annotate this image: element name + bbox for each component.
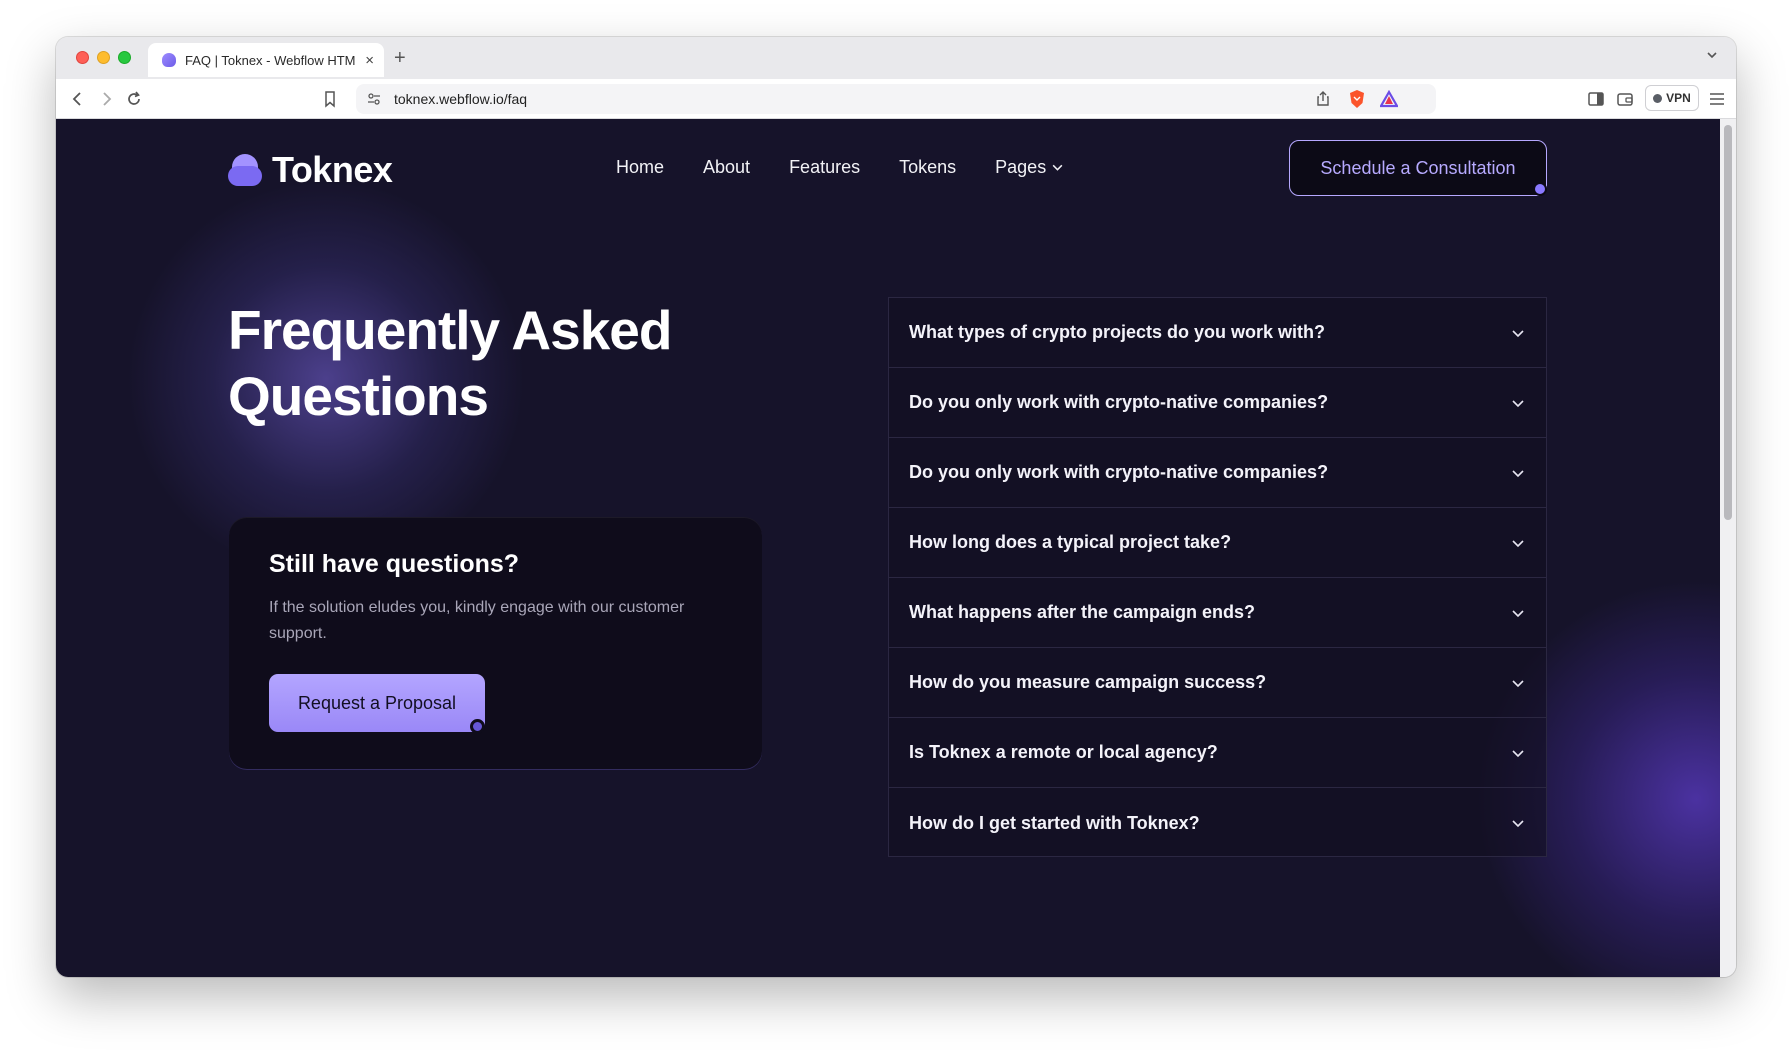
faq-item[interactable]: What happens after the campaign ends? (889, 578, 1546, 648)
faq-question: What happens after the campaign ends? (909, 602, 1256, 622)
nav-link-about[interactable]: About (703, 157, 750, 178)
faq-item[interactable]: How do I get started with Toknex? (889, 788, 1546, 858)
nav-link-home[interactable]: Home (616, 157, 664, 178)
site-settings-icon[interactable] (366, 91, 382, 107)
chevron-down-icon (1512, 609, 1524, 617)
sidebar-toggle-icon[interactable] (1586, 89, 1606, 109)
bookmark-icon[interactable] (320, 89, 340, 109)
scrollbar-thumb[interactable] (1724, 125, 1732, 520)
help-card-text: If the solution eludes you, kindly engag… (269, 599, 685, 642)
minimize-window-button[interactable] (97, 51, 110, 64)
help-card: Still have questions? If the solution el… (229, 517, 762, 769)
request-proposal-label: Request a Proposal (297, 692, 457, 713)
request-proposal-button[interactable]: Request a Proposal (269, 674, 485, 734)
vpn-button[interactable]: VPN (1645, 85, 1699, 111)
page-scrollbar[interactable] (1720, 119, 1736, 977)
faq-question: How long does a typical project take? (909, 532, 1232, 552)
new-tab-button[interactable]: + (394, 47, 406, 69)
chevron-down-icon (1512, 539, 1524, 547)
faq-item[interactable]: Do you only work with crypto-native comp… (889, 368, 1546, 438)
share-icon[interactable] (1314, 90, 1332, 108)
faq-question: How do I get started with Toknex? (909, 812, 1200, 833)
menu-icon[interactable] (1707, 89, 1727, 109)
browser-toolbar: toknex.webflow.io/faq VPN (56, 79, 1736, 119)
chevron-down-icon (1512, 749, 1524, 757)
decorative-dot (1533, 182, 1547, 196)
vpn-label: VPN (1666, 91, 1691, 105)
maximize-window-button[interactable] (118, 51, 131, 64)
brave-rewards-icon[interactable] (1380, 90, 1398, 108)
nav-link-pages[interactable]: Pages (995, 157, 1064, 178)
faq-item[interactable]: Is Toknex a remote or local agency? (889, 718, 1546, 788)
reload-icon[interactable] (124, 89, 144, 109)
faq-question: Do you only work with crypto-native comp… (909, 392, 1329, 412)
webpage: Toknex Home About Features Tokens Pages … (56, 119, 1720, 977)
browser-window: FAQ | Toknex - Webflow HTM × + toknex.we… (56, 37, 1736, 977)
forward-arrow-icon[interactable] (96, 89, 116, 109)
address-bar[interactable]: toknex.webflow.io/faq (356, 84, 1436, 114)
wallet-icon[interactable] (1615, 89, 1635, 109)
faq-item[interactable]: Do you only work with crypto-native comp… (889, 438, 1546, 508)
tab-close-icon[interactable]: × (365, 52, 374, 69)
chevron-down-icon (1052, 164, 1063, 171)
faq-item[interactable]: How long does a typical project take? (889, 508, 1546, 578)
url-text: toknex.webflow.io/faq (394, 91, 528, 107)
vpn-status-icon (1653, 93, 1663, 103)
faq-question: Do you only work with crypto-native comp… (909, 462, 1329, 482)
faq-accordion: What types of crypto projects do you wor… (888, 297, 1547, 857)
schedule-consultation-button[interactable]: Schedule a Consultation (1289, 140, 1547, 196)
tab-title: FAQ | Toknex - Webflow HTM (185, 52, 356, 68)
close-window-button[interactable] (76, 51, 89, 64)
site-logo[interactable]: Toknex (228, 149, 393, 191)
main-nav: Home About Features Tokens Pages (616, 157, 1064, 178)
chevron-down-icon (1512, 469, 1524, 477)
logo-mark-icon (228, 154, 262, 186)
chevron-down-icon (1512, 399, 1524, 407)
brave-shield-icon[interactable] (1348, 89, 1366, 109)
logo-text: Toknex (272, 149, 393, 190)
tab-bar: FAQ | Toknex - Webflow HTM × + (56, 37, 1736, 79)
page-title: Frequently Asked Questions (228, 299, 672, 427)
nav-link-tokens[interactable]: Tokens (899, 157, 956, 178)
chevron-down-icon (1512, 820, 1524, 828)
schedule-consultation-label: Schedule a Consultation (1320, 157, 1516, 178)
faq-question: Is Toknex a remote or local agency? (909, 742, 1218, 762)
help-card-title: Still have questions? (269, 550, 520, 578)
browser-tab-active[interactable]: FAQ | Toknex - Webflow HTM × (148, 43, 384, 77)
faq-question: How do you measure campaign success? (909, 672, 1267, 692)
tab-list-chevron-icon[interactable] (1706, 49, 1718, 61)
faq-item[interactable]: What types of crypto projects do you wor… (889, 298, 1546, 368)
chevron-down-icon (1512, 679, 1524, 687)
nav-link-features[interactable]: Features (789, 157, 860, 178)
chevron-down-icon (1512, 329, 1524, 337)
decorative-dot (470, 719, 485, 734)
faq-item[interactable]: How do you measure campaign success? (889, 648, 1546, 718)
back-arrow-icon[interactable] (68, 89, 88, 109)
faq-question: What types of crypto projects do you wor… (909, 322, 1326, 342)
favicon-icon (162, 53, 176, 67)
nav-link-pages-label: Pages (995, 157, 1047, 177)
